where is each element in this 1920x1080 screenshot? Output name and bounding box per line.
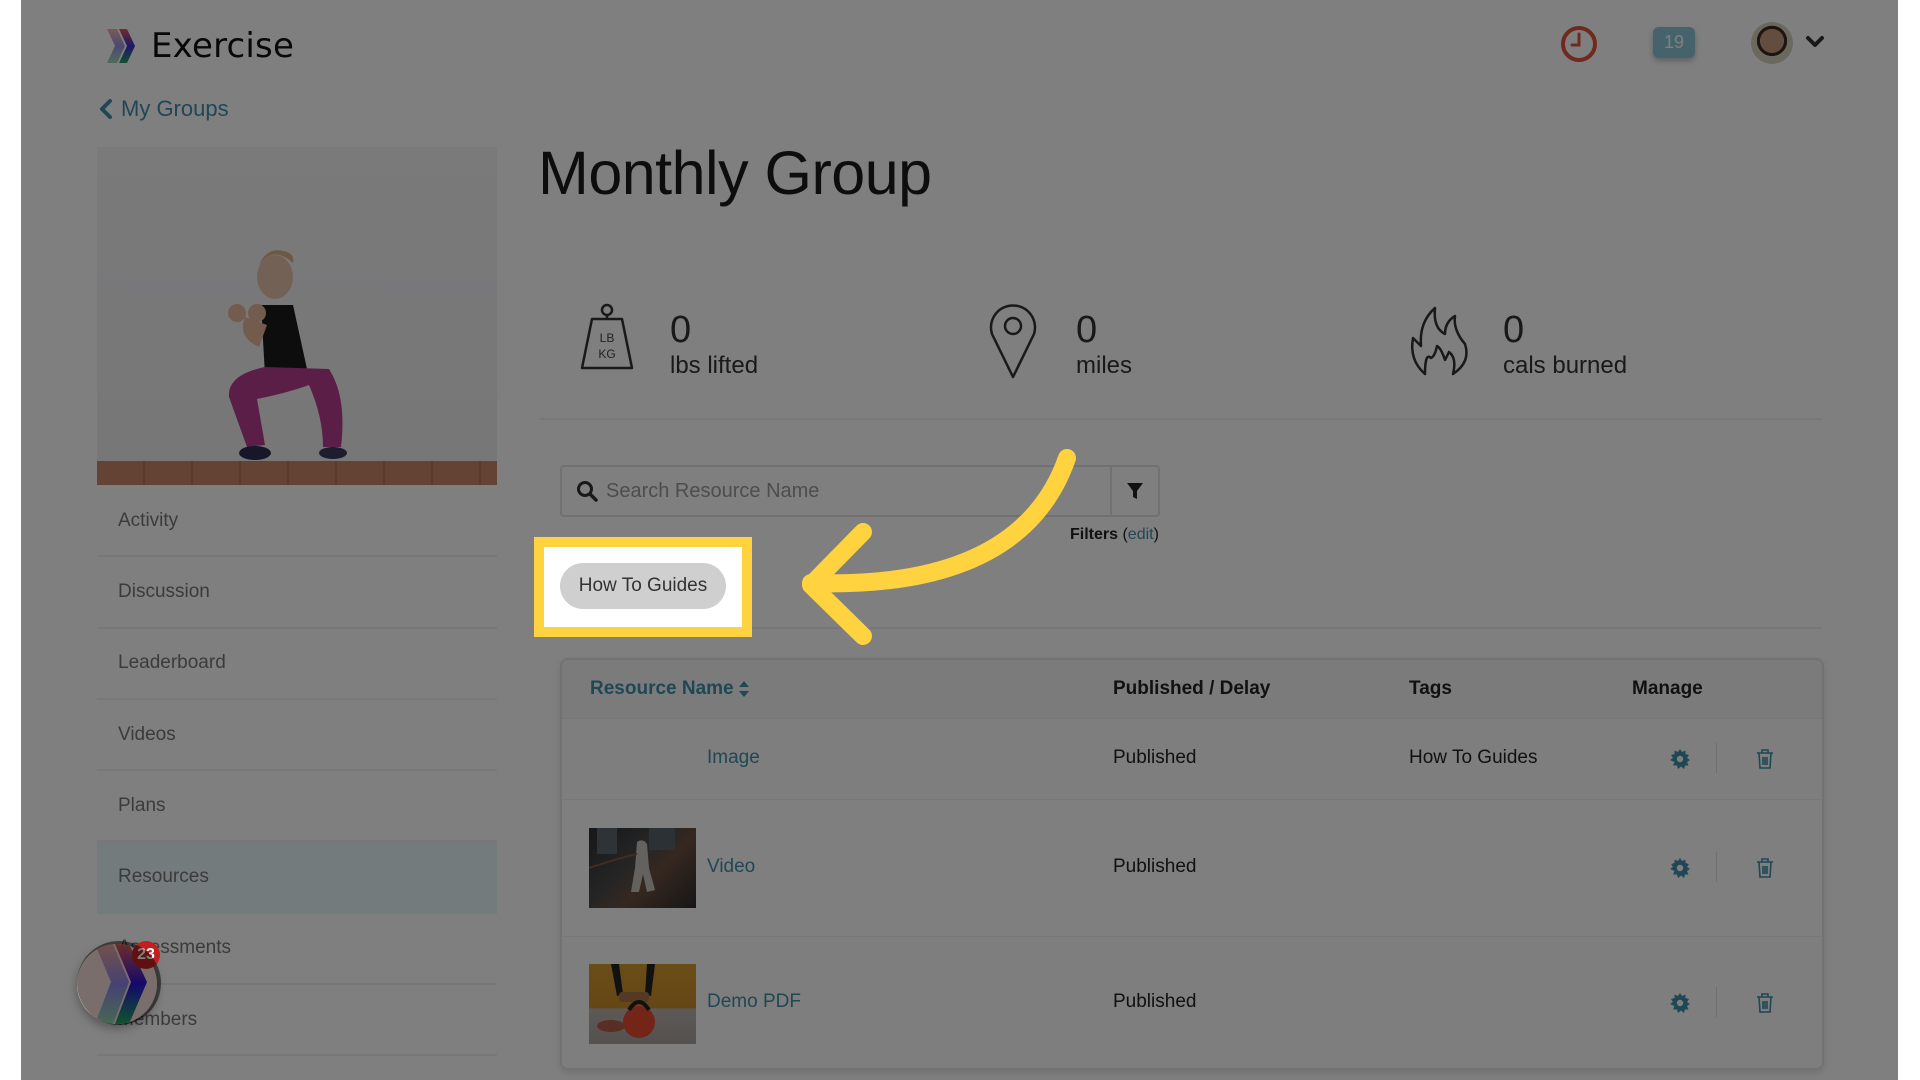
user-avatar[interactable] xyxy=(1751,22,1793,64)
app-name: Exercise xyxy=(151,26,295,66)
sidebar-item-leaderboard[interactable]: Leaderboard xyxy=(97,629,497,700)
back-to-my-groups-link[interactable]: My Groups xyxy=(99,96,229,122)
stat-value: 0 xyxy=(670,309,692,351)
manage-divider xyxy=(1716,852,1717,882)
help-notification-badge: 23 xyxy=(132,941,160,969)
weight-icon: LB KG xyxy=(580,303,634,370)
group-cover-illustration xyxy=(228,250,347,460)
app-window: Exercise 19 My Groups Activity Discussio… xyxy=(21,0,1898,1080)
resource-status: Published xyxy=(1113,991,1197,1012)
gear-icon[interactable] xyxy=(1670,993,1690,1013)
filters-label: Filters xyxy=(1070,526,1119,543)
sidebar-menu: Activity Discussion Leaderboard Videos P… xyxy=(97,486,497,1057)
sidebar-item-discussion[interactable]: Discussion xyxy=(97,557,497,629)
trash-icon[interactable] xyxy=(1756,858,1774,878)
resource-tags: How To Guides xyxy=(1409,747,1538,768)
page-title: Monthly Group xyxy=(538,139,932,207)
sidebar-item-videos[interactable]: Videos xyxy=(97,700,497,772)
sidebar-item-label: Leaderboard xyxy=(118,652,226,674)
stat-lbs-lifted: LB KG 0 lbs lifted xyxy=(572,300,758,380)
search-input[interactable] xyxy=(606,467,1110,515)
gear-icon[interactable] xyxy=(1670,749,1690,769)
stat-cals-burned: 0 cals burned xyxy=(1405,300,1627,380)
sidebar-item-members[interactable]: Members xyxy=(97,985,497,1057)
exercise-logo-icon xyxy=(107,29,135,63)
stat-value: 0 xyxy=(1076,309,1098,351)
gear-icon[interactable] xyxy=(1670,858,1690,878)
manage-divider xyxy=(1716,987,1717,1017)
chevron-left-icon xyxy=(100,99,112,119)
table-row: Demo PDF Published xyxy=(562,936,1822,1068)
sidebar-item-plans[interactable]: Plans xyxy=(97,771,497,843)
back-link-label: My Groups xyxy=(121,96,229,121)
svg-text:LB: LB xyxy=(600,331,615,345)
sidebar-item-label: Activity xyxy=(118,509,179,531)
resource-name-link[interactable]: Image xyxy=(707,747,760,769)
floor-decoration xyxy=(97,461,497,485)
stat-label: cals burned xyxy=(1503,352,1628,379)
stat-label: miles xyxy=(1076,352,1133,379)
sidebar-item-label: Discussion xyxy=(118,580,210,602)
stat-label: lbs lifted xyxy=(670,352,759,379)
resource-name-link[interactable]: Demo PDF xyxy=(707,991,801,1013)
sidebar-item-resources[interactable]: Resources xyxy=(97,842,497,914)
table-header: Resource Name Published / Delay Tags Man… xyxy=(562,660,1822,718)
filter-icon xyxy=(1127,483,1143,499)
chevron-down-icon[interactable] xyxy=(1805,34,1825,50)
annotation-arrow-icon xyxy=(802,449,1076,645)
column-header-published: Published / Delay xyxy=(1113,678,1271,699)
resource-search-box xyxy=(560,465,1160,517)
stats-row: LB KG 0 lbs lifted 0 miles 0 cals burned xyxy=(540,300,1822,420)
resource-status: Published xyxy=(1113,747,1197,768)
sidebar-item-activity[interactable]: Activity xyxy=(97,486,497,558)
column-header-resource-name[interactable]: Resource Name xyxy=(590,678,750,700)
table-row: Video Published xyxy=(562,799,1822,936)
resource-thumbnail[interactable] xyxy=(589,964,696,1044)
trash-icon[interactable] xyxy=(1756,993,1774,1013)
resource-name-link[interactable]: Video xyxy=(707,856,755,878)
manage-divider xyxy=(1716,743,1717,773)
clock-icon[interactable] xyxy=(1559,24,1599,64)
resource-status: Published xyxy=(1113,856,1197,877)
sidebar-item-label: Videos xyxy=(118,723,176,745)
filters-edit-link[interactable]: edit xyxy=(1128,526,1154,543)
sidebar-item-label: Plans xyxy=(118,794,166,816)
filter-button[interactable] xyxy=(1110,467,1158,515)
active-tag-chip[interactable]: How To Guides xyxy=(560,563,726,609)
resources-table: Resource Name Published / Delay Tags Man… xyxy=(560,658,1824,1070)
search-icon xyxy=(562,467,606,515)
resource-thumbnail[interactable] xyxy=(589,828,696,908)
notifications-badge[interactable]: 19 xyxy=(1653,27,1695,58)
sidebar-item-label: Resources xyxy=(118,866,209,888)
flame-icon xyxy=(1411,306,1468,376)
sort-icon xyxy=(738,681,749,697)
group-cover-image xyxy=(97,147,497,485)
svg-text:KG: KG xyxy=(598,347,615,361)
app-logo[interactable]: Exercise xyxy=(101,26,294,66)
filters-summary: Filters (edit) xyxy=(1070,526,1159,543)
stat-miles: 0 miles xyxy=(978,300,1132,380)
column-header-manage: Manage xyxy=(1632,678,1703,699)
column-header-tags: Tags xyxy=(1409,678,1452,699)
stat-value: 0 xyxy=(1503,309,1525,351)
table-row: Image Published How To Guides xyxy=(562,718,1822,799)
trash-icon[interactable] xyxy=(1756,749,1774,769)
highlight-box: How To Guides xyxy=(534,537,752,637)
map-pin-icon xyxy=(989,304,1037,379)
